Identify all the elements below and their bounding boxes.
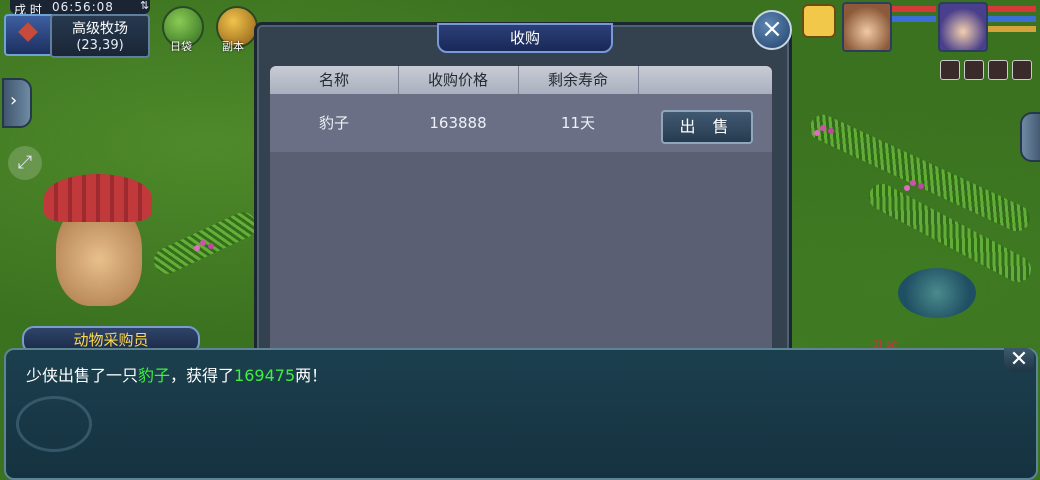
- buff-icon[interactable]: [1012, 60, 1032, 80]
- dialog-message: 少侠出售了一只豹子，获得了169475两！: [26, 362, 327, 386]
- buff-icon[interactable]: [988, 60, 1008, 80]
- flower-decoration: [200, 240, 206, 246]
- npc-portrait: [34, 168, 164, 338]
- player-hp-bar: [988, 6, 1036, 12]
- sell-button[interactable]: 出 售: [661, 110, 753, 144]
- buff-icon[interactable]: [940, 60, 960, 80]
- bag-label: 日袋: [170, 40, 192, 53]
- player-mp-bar: [988, 16, 1036, 22]
- dungeon-label: 副本: [222, 40, 244, 53]
- pet-portrait[interactable]: [842, 2, 892, 52]
- dialog-item: 豹子: [138, 366, 171, 385]
- column-header-action: [638, 66, 772, 94]
- signal-icon: ⇅: [140, 0, 150, 12]
- column-header-life: 剩余寿命: [518, 66, 639, 94]
- dialog-amount: 169475: [234, 366, 296, 385]
- npc-hat: [44, 174, 152, 222]
- flower-decoration: [820, 125, 826, 131]
- minimap-button[interactable]: [4, 14, 56, 56]
- close-icon[interactable]: ×: [752, 10, 792, 50]
- table-row: 豹子 163888 11天 出 售: [270, 94, 772, 152]
- flower-decoration: [910, 180, 916, 186]
- buff-icon[interactable]: [964, 60, 984, 80]
- expand-left-button[interactable]: ›: [2, 78, 32, 128]
- dialog-close-icon[interactable]: ✕: [1004, 348, 1034, 372]
- dialog-prefix: 少侠出售了一只: [26, 366, 139, 385]
- animal-price: 163888: [429, 114, 487, 132]
- chevron-right-icon: ›: [10, 90, 18, 111]
- expand-right-button[interactable]: [1020, 112, 1040, 162]
- dialog-middle: ，获得了: [170, 366, 235, 385]
- panel-title: 收购: [509, 29, 540, 47]
- column-header-price: 收购价格: [398, 66, 519, 94]
- location-panel[interactable]: 高级牧场 (23,39): [50, 14, 150, 58]
- animal-name: 豹子: [318, 114, 349, 132]
- pet-mp-bar: [892, 16, 936, 22]
- purchase-table: 名称 收购价格 剩余寿命 豹子 163888 11天 出 售: [270, 66, 772, 356]
- dialog-suffix: 两！: [295, 366, 328, 385]
- animal-life: 11天: [560, 114, 596, 132]
- player-portrait[interactable]: [938, 2, 988, 52]
- player-sp-bar: [988, 26, 1036, 32]
- location-name: 高级牧场: [72, 21, 128, 37]
- location-coords: (23,39): [76, 38, 124, 53]
- pet-hp-bar: [892, 6, 936, 12]
- column-header-name: 名称: [270, 66, 399, 94]
- pet-icon[interactable]: [802, 4, 836, 38]
- panel-title-plate: 收购: [437, 23, 613, 53]
- dialog-box[interactable]: 少侠出售了一只豹子，获得了169475两！: [4, 348, 1038, 480]
- peacock-sprite[interactable]: [898, 268, 976, 318]
- table-header: 名称 收购价格 剩余寿命: [270, 66, 772, 94]
- cloud-decoration: [16, 396, 92, 452]
- clock-label: 06:56:08: [52, 0, 114, 14]
